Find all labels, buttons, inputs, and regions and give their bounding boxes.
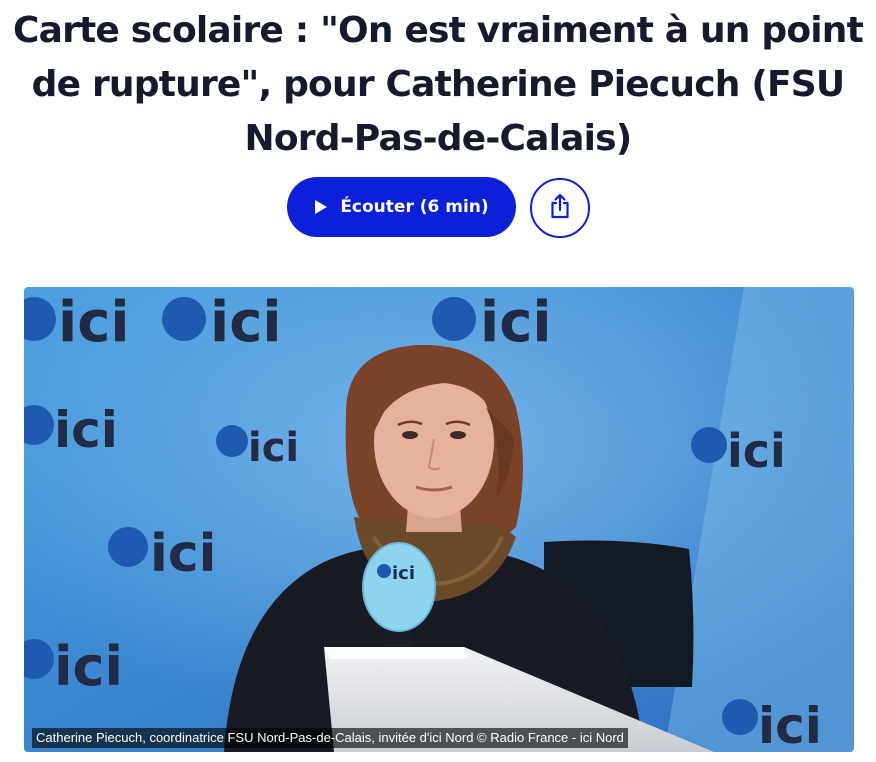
svg-text:ici: ici	[248, 425, 299, 471]
article-actions: Écouter (6 min)	[0, 177, 876, 238]
svg-text:ici: ici	[758, 697, 822, 752]
svg-text:ici: ici	[54, 635, 123, 698]
svg-text:ici: ici	[150, 524, 216, 584]
share-icon	[549, 193, 571, 224]
svg-text:ici: ici	[480, 290, 552, 355]
article-title: Carte scolaire : "On est vraiment à un p…	[12, 10, 864, 159]
listen-button[interactable]: Écouter (6 min)	[287, 177, 516, 237]
svg-text:ici: ici	[727, 424, 786, 478]
share-button[interactable]	[530, 178, 590, 238]
listen-label: Écouter (6 min)	[340, 197, 489, 217]
svg-text:ici: ici	[392, 563, 415, 584]
svg-text:ici: ici	[210, 290, 282, 355]
play-icon	[314, 199, 328, 215]
svg-text:ici: ici	[54, 401, 118, 459]
studio-scene: ici ici ici ici ici ici ici ici ici ici	[24, 287, 854, 752]
svg-text:ici: ici	[58, 290, 130, 355]
photo-caption: Catherine Piecuch, coordinatrice FSU Nor…	[32, 728, 628, 748]
article-photo: ici ici ici ici ici ici ici ici ici ici …	[24, 287, 854, 752]
